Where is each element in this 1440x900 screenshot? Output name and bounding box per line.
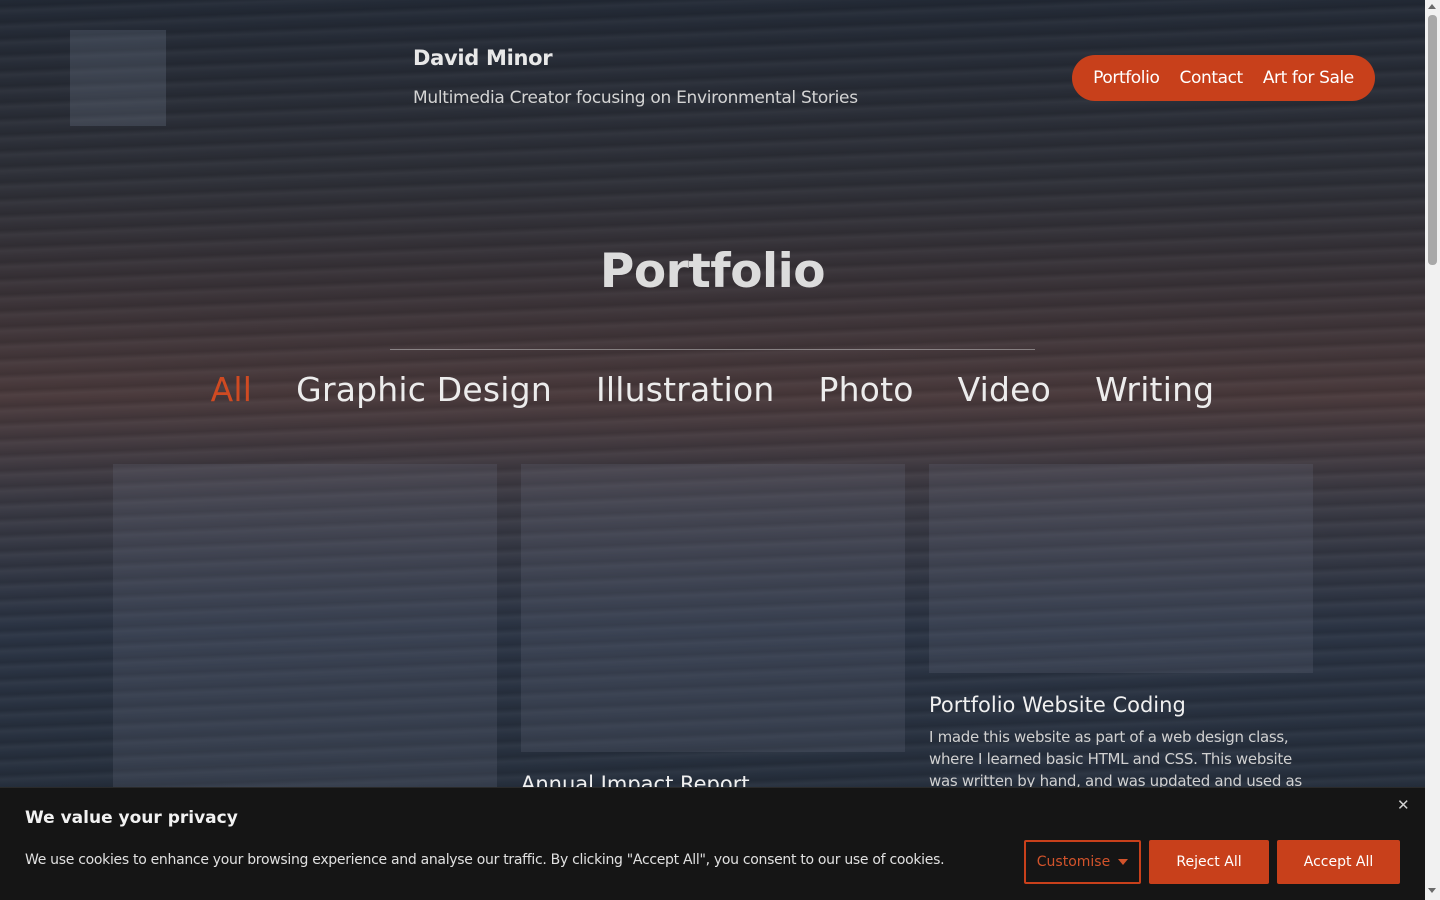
cookie-title: We value your privacy [25,808,238,828]
scroll-up-icon[interactable] [1428,4,1436,9]
card-2-image[interactable] [521,464,905,752]
logo-placeholder[interactable] [70,30,166,126]
filter-illustration[interactable]: Illustration [596,370,775,409]
filter-video[interactable]: Video [958,370,1051,409]
scroll-thumb[interactable] [1428,15,1437,265]
card-3-image[interactable] [929,464,1313,673]
customise-label: Customise [1036,854,1111,870]
category-filters: All Graphic Design Illustration Photo Vi… [0,370,1425,409]
main-nav: Portfolio Contact Art for Sale [1072,55,1375,101]
customise-button[interactable]: Customise [1024,840,1141,884]
filter-photo[interactable]: Photo [818,370,913,409]
reject-all-button[interactable]: Reject All [1149,840,1269,884]
card-3-title[interactable]: Portfolio Website Coding [929,693,1186,717]
scroll-down-icon[interactable] [1428,888,1436,893]
page-title: Portfolio [599,244,826,299]
nav-art-for-sale[interactable]: Art for Sale [1263,68,1354,88]
card-3-description: I made this website as part of a web des… [929,728,1302,790]
cookie-banner: We value your privacy We use cookies to … [0,787,1425,900]
nav-portfolio[interactable]: Portfolio [1093,68,1160,88]
close-icon[interactable]: ✕ [1397,796,1410,814]
accept-all-button[interactable]: Accept All [1277,840,1400,884]
nav-contact[interactable]: Contact [1179,68,1243,88]
cookie-text: We use cookies to enhance your browsing … [25,852,945,868]
caret-down-icon [1118,859,1129,865]
page: David Minor Multimedia Creator focusing … [0,0,1425,900]
filter-graphic-design[interactable]: Graphic Design [296,370,552,409]
filter-all[interactable]: All [211,370,253,409]
filter-writing[interactable]: Writing [1095,370,1214,409]
scrollbar[interactable] [1425,0,1440,900]
title-divider [390,349,1035,350]
card-1-image[interactable] [113,464,497,794]
site-name[interactable]: David Minor [413,46,553,70]
site-tagline: Multimedia Creator focusing on Environme… [413,88,858,108]
